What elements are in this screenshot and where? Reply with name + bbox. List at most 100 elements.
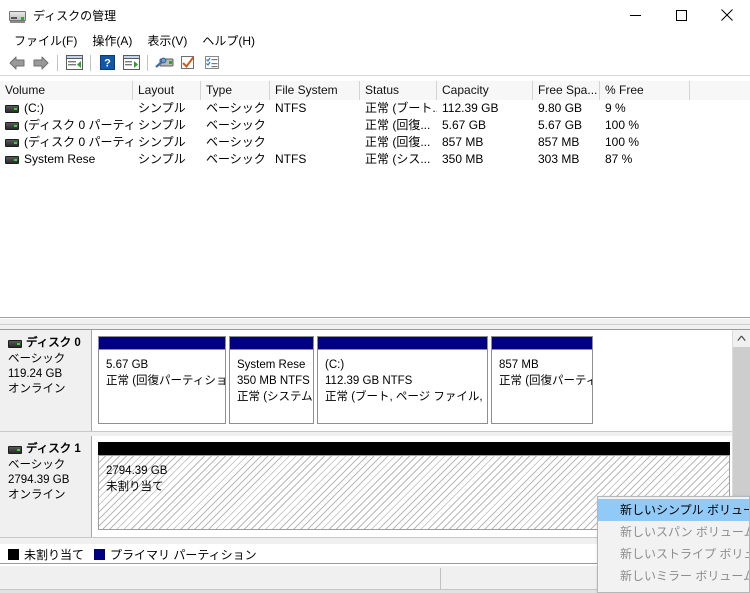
column-header-file-system[interactable]: File System [270,81,360,100]
cell-status: 正常 (シス... [360,151,437,168]
cell-volume: System Rese [0,151,133,168]
legend-item-primary-partition: プライマリ パーティション [94,546,257,563]
forward-arrow-icon[interactable] [29,52,53,74]
disk-name-row: ディスク 0 [8,336,91,351]
menu-view[interactable]: 表示(V) [140,30,195,51]
partition-title: System Rese [237,357,313,373]
column-header-layout[interactable]: Layout [133,81,201,100]
disk-name: ディスク 0 [26,336,81,351]
list-properties-icon[interactable] [200,52,224,74]
status-pane-left [2,568,441,590]
disk-info-1[interactable]: ディスク 1 ベーシック 2794.39 GB オンライン [0,436,92,537]
cell-layout: シンプル [133,134,201,151]
disk-state: オンライン [8,488,91,503]
cell-free-space: 5.67 GB [533,117,600,134]
scroll-up-arrow-icon[interactable] [733,330,750,347]
partition-block[interactable]: (C:) 112.39 GB NTFS 正常 (ブート, ページ ファイル, ク… [317,336,488,424]
context-menu-item-new-simple-volume[interactable]: 新しいシンプル ボリューム(I)... [598,499,749,521]
menu-file[interactable]: ファイル(F) [7,30,85,51]
partition-block[interactable]: 857 MB 正常 (回復パーティ [491,336,593,424]
cell-free-space: 303 MB [533,151,600,168]
minimize-button[interactable] [612,0,658,30]
cell-volume: (C:) [0,100,133,117]
column-header-status[interactable]: Status [360,81,437,100]
cell-volume-label: System Rese [24,151,95,168]
disk-size: 119.24 GB [8,367,91,382]
cell-volume-label: (ディスク 0 パーティシ... [24,134,133,151]
column-header-empty[interactable] [690,81,750,100]
menu-help[interactable]: ヘルプ(H) [195,30,263,51]
legend-item-unallocated: 未割り当て [8,546,84,563]
cell-layout: シンプル [133,100,201,117]
close-button[interactable] [704,0,750,30]
column-header-percent-free[interactable]: % Free [600,81,690,100]
cell-percent-free: 87 % [600,151,690,168]
help-icon[interactable]: ? [95,52,119,74]
cell-volume-label: (ディスク 0 パーティシ... [24,117,133,134]
pane-splitter[interactable] [0,318,750,330]
partition-body: System Rese 350 MB NTFS 正常 (システム, [229,349,314,424]
cell-layout: シンプル [133,117,201,134]
toolbar-separator [57,55,58,71]
cell-capacity: 112.39 GB [437,100,533,117]
partition-block[interactable]: 5.67 GB 正常 (回復パーティション [98,336,226,424]
back-arrow-icon[interactable] [5,52,29,74]
cell-file-system [270,117,360,134]
context-menu: 新しいシンプル ボリューム(I)... 新しいスパン ボリューム(N)... 新… [597,496,750,593]
menu-bar: ファイル(F) 操作(A) 表示(V) ヘルプ(H) [0,30,750,50]
disk-icon [8,446,22,454]
context-menu-item-new-striped-volume[interactable]: 新しいストライプ ボリューム(T [598,543,749,565]
disk-size: 2794.39 GB [8,473,91,488]
disk-name: ディスク 1 [26,442,81,457]
toolbar: ? [0,50,750,76]
partition-block[interactable]: System Rese 350 MB NTFS 正常 (システム, [229,336,314,424]
column-header-type[interactable]: Type [201,81,270,100]
partition-size: 2794.39 GB [106,463,729,479]
partition-size: 112.39 GB NTFS [325,373,487,389]
table-row[interactable]: System Rese シンプル ベーシック NTFS 正常 (シス... 35… [0,151,750,168]
volume-list-rows: (C:) シンプル ベーシック NTFS 正常 (ブート... 112.39 G… [0,100,750,168]
cell-volume: (ディスク 0 パーティシ... [0,117,133,134]
legend-swatch-unallocated [8,549,19,560]
column-header-free-space[interactable]: Free Spa... [533,81,600,100]
cell-percent-free: 9 % [600,100,690,117]
disk-row-0[interactable]: ディスク 0 ベーシック 119.24 GB オンライン 5.67 GB 正常 … [0,330,750,432]
disk-management-icon [9,8,26,23]
cell-percent-free: 100 % [600,134,690,151]
table-row[interactable]: (ディスク 0 パーティシ... シンプル ベーシック 正常 (回復... 5.… [0,117,750,134]
show-console-tree-icon[interactable] [119,52,143,74]
menu-action[interactable]: 操作(A) [85,30,140,51]
partition-status: 正常 (ブート, ページ ファイル, クラッ [325,389,487,405]
cell-status: 正常 (回復... [360,117,437,134]
partition-status: 未割り当て [106,479,729,495]
partition-status: 正常 (回復パーティション [106,373,225,389]
disk-info-0[interactable]: ディスク 0 ベーシック 119.24 GB オンライン [0,330,92,431]
cell-status: 正常 (ブート... [360,100,437,117]
scroll-thumb[interactable] [733,347,750,497]
title-bar: ディスクの管理 [0,0,750,30]
partition-color-bar [491,336,593,349]
table-row[interactable]: (C:) シンプル ベーシック NTFS 正常 (ブート... 112.39 G… [0,100,750,117]
legend-label-unallocated: 未割り当て [24,546,84,563]
disk-properties-icon[interactable] [152,52,176,74]
partition-body: (C:) 112.39 GB NTFS 正常 (ブート, ページ ファイル, ク… [317,349,488,424]
partition-color-bar [229,336,314,349]
cell-file-system: NTFS [270,100,360,117]
table-row[interactable]: (ディスク 0 パーティシ... シンプル ベーシック 正常 (回復... 85… [0,134,750,151]
cell-free-space: 857 MB [533,134,600,151]
up-one-level-icon[interactable] [62,52,86,74]
context-menu-item-new-spanned-volume[interactable]: 新しいスパン ボリューム(N)... [598,521,749,543]
context-menu-item-new-mirrored-volume[interactable]: 新しいミラー ボリューム(R)... [598,565,749,587]
cell-layout: シンプル [133,151,201,168]
volume-icon [5,122,19,130]
disk-state: オンライン [8,382,91,397]
column-header-volume[interactable]: Volume [0,81,133,100]
partition-strip-0: 5.67 GB 正常 (回復パーティション System Rese 350 MB… [98,336,596,424]
volume-list: Volume Layout Type File System Status Ca… [0,81,750,318]
maximize-button[interactable] [658,0,704,30]
legend-swatch-primary [94,549,105,560]
column-header-capacity[interactable]: Capacity [437,81,533,100]
rescan-disks-icon[interactable] [176,52,200,74]
volume-list-header: Volume Layout Type File System Status Ca… [0,81,750,100]
disk-type: ベーシック [8,458,91,473]
